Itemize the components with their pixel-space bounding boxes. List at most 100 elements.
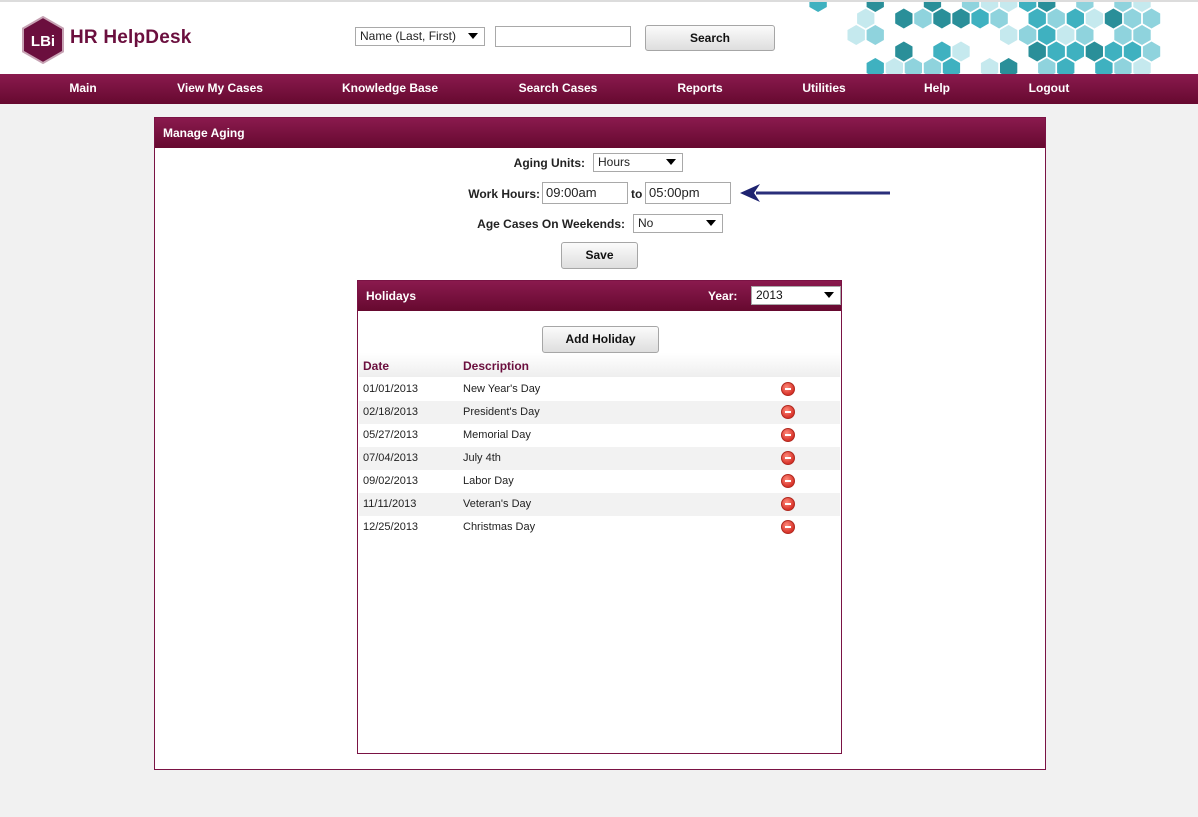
hexagon-shape <box>1057 25 1075 45</box>
work-hours-label: Work Hours: <box>468 187 540 201</box>
column-header-description[interactable]: Description <box>463 359 529 373</box>
work-hours-end-input[interactable]: 05:00pm <box>645 182 731 204</box>
remove-icon[interactable] <box>781 405 795 419</box>
hexagon-shape <box>1104 8 1123 29</box>
hexagon-shape <box>1142 41 1161 62</box>
weekends-select[interactable]: No <box>633 214 723 233</box>
table-row: 12/25/2013 Christmas Day <box>359 516 840 539</box>
hexagon-shape <box>1000 2 1018 12</box>
nav-logout[interactable]: Logout <box>1029 74 1070 104</box>
remove-icon[interactable] <box>781 520 795 534</box>
chevron-down-icon <box>706 220 716 226</box>
hexagon-shape <box>1085 8 1103 29</box>
hexagon-shape <box>1123 8 1142 29</box>
holidays-panel: Holidays Year: 2013 Add Holiday Date Des… <box>357 280 842 754</box>
hexagon-shape <box>1123 41 1142 62</box>
hexagon-shape <box>1114 2 1132 12</box>
search-by-select[interactable]: Name (Last, First) <box>355 27 485 46</box>
hexagon-shape <box>1057 58 1075 74</box>
hexagon-shape <box>866 2 884 12</box>
hexagon-shape <box>952 41 970 62</box>
holiday-description: Labor Day <box>463 475 514 487</box>
hexagon-shape <box>895 8 913 29</box>
hexagon-shape <box>933 8 951 29</box>
hexagon-shape <box>952 8 970 29</box>
hexagon-shape <box>1066 41 1084 62</box>
hexagon-shape <box>1047 41 1065 62</box>
holiday-date: 09/02/2013 <box>363 475 419 487</box>
hexagon-shape <box>895 41 913 62</box>
nav-knowledge-base[interactable]: Knowledge Base <box>342 74 438 104</box>
hexagon-shape <box>971 8 989 29</box>
hexagon-shape <box>1114 58 1132 74</box>
nav-reports[interactable]: Reports <box>677 74 722 104</box>
table-header <box>359 353 840 377</box>
work-hours-start-input[interactable]: 09:00am <box>542 182 628 204</box>
hexagon-shape <box>847 25 865 45</box>
hexagon-shape <box>885 58 903 74</box>
holiday-date: 11/11/2013 <box>363 498 417 510</box>
hexagon-shape <box>1000 58 1018 74</box>
nav-help[interactable]: Help <box>924 74 950 104</box>
aging-units-label: Aging Units: <box>513 156 585 170</box>
search-button[interactable]: Search <box>645 25 775 51</box>
holiday-date: 05/27/2013 <box>363 429 419 441</box>
app-header: LBi HR HelpDesk Name (Last, First) Searc… <box>0 0 1198 74</box>
column-header-date[interactable]: Date <box>363 359 389 373</box>
aging-units-value: Hours <box>598 155 631 169</box>
hexagon-shape <box>1028 8 1046 29</box>
hexagon-shape <box>1076 2 1094 12</box>
remove-icon[interactable] <box>781 451 795 465</box>
hexagon-shape <box>809 2 827 12</box>
hexagon-shape <box>1019 2 1037 12</box>
hexagon-shape <box>1038 25 1056 45</box>
panel-title: Manage Aging <box>155 118 1045 148</box>
hexagon-shape <box>923 58 942 74</box>
nav-main[interactable]: Main <box>69 74 96 104</box>
hexagon-shape <box>1000 25 1018 45</box>
table-row: 07/04/2013 July 4th <box>359 447 840 470</box>
hexagon-shape <box>1133 58 1151 74</box>
remove-icon[interactable] <box>781 497 795 511</box>
hexagon-shape <box>1047 8 1065 29</box>
hexagon-shape <box>1095 58 1113 74</box>
aging-units-select[interactable]: Hours <box>593 153 683 172</box>
hexagon-shape <box>1133 25 1151 45</box>
search-by-value: Name (Last, First) <box>360 29 457 43</box>
hexagon-shape <box>857 8 875 29</box>
holiday-description: Veteran's Day <box>463 498 532 510</box>
hexagon-shape <box>866 25 884 45</box>
remove-icon[interactable] <box>781 428 795 442</box>
nav-search-cases[interactable]: Search Cases <box>519 74 598 104</box>
hexagon-pattern-decoration <box>809 2 1161 74</box>
remove-icon[interactable] <box>781 382 795 396</box>
holiday-date: 02/18/2013 <box>363 406 419 418</box>
search-input[interactable] <box>495 26 631 47</box>
holiday-description: President's Day <box>463 406 540 418</box>
lbi-logo-icon: LBi <box>22 16 64 64</box>
app-name: HR HelpDesk <box>70 27 192 48</box>
chevron-down-icon <box>666 159 676 165</box>
table-row: 05/27/2013 Memorial Day <box>359 424 840 447</box>
hexagon-shape <box>914 8 932 29</box>
hexagon-shape <box>933 41 951 62</box>
hexagon-shape <box>866 58 884 74</box>
hexagon-shape <box>1076 25 1094 45</box>
hexagon-shape <box>1085 41 1103 62</box>
holiday-description: July 4th <box>463 452 501 464</box>
nav-utilities[interactable]: Utilities <box>802 74 845 104</box>
year-select[interactable]: 2013 <box>751 286 841 305</box>
main-nav: Main View My Cases Knowledge Base Search… <box>0 74 1198 104</box>
nav-view-my-cases[interactable]: View My Cases <box>177 74 263 104</box>
table-row: 01/01/2013 New Year's Day <box>359 378 840 401</box>
save-button[interactable]: Save <box>561 242 638 269</box>
add-holiday-button[interactable]: Add Holiday <box>542 326 659 353</box>
hexagon-shape <box>980 58 999 74</box>
chevron-down-icon <box>468 33 478 39</box>
hexagon-shape <box>1066 8 1084 29</box>
arrow-left-icon <box>740 184 890 202</box>
hexagon-shape <box>1104 41 1123 62</box>
remove-icon[interactable] <box>781 474 795 488</box>
table-row: 02/18/2013 President's Day <box>359 401 840 424</box>
holiday-date: 07/04/2013 <box>363 452 419 464</box>
